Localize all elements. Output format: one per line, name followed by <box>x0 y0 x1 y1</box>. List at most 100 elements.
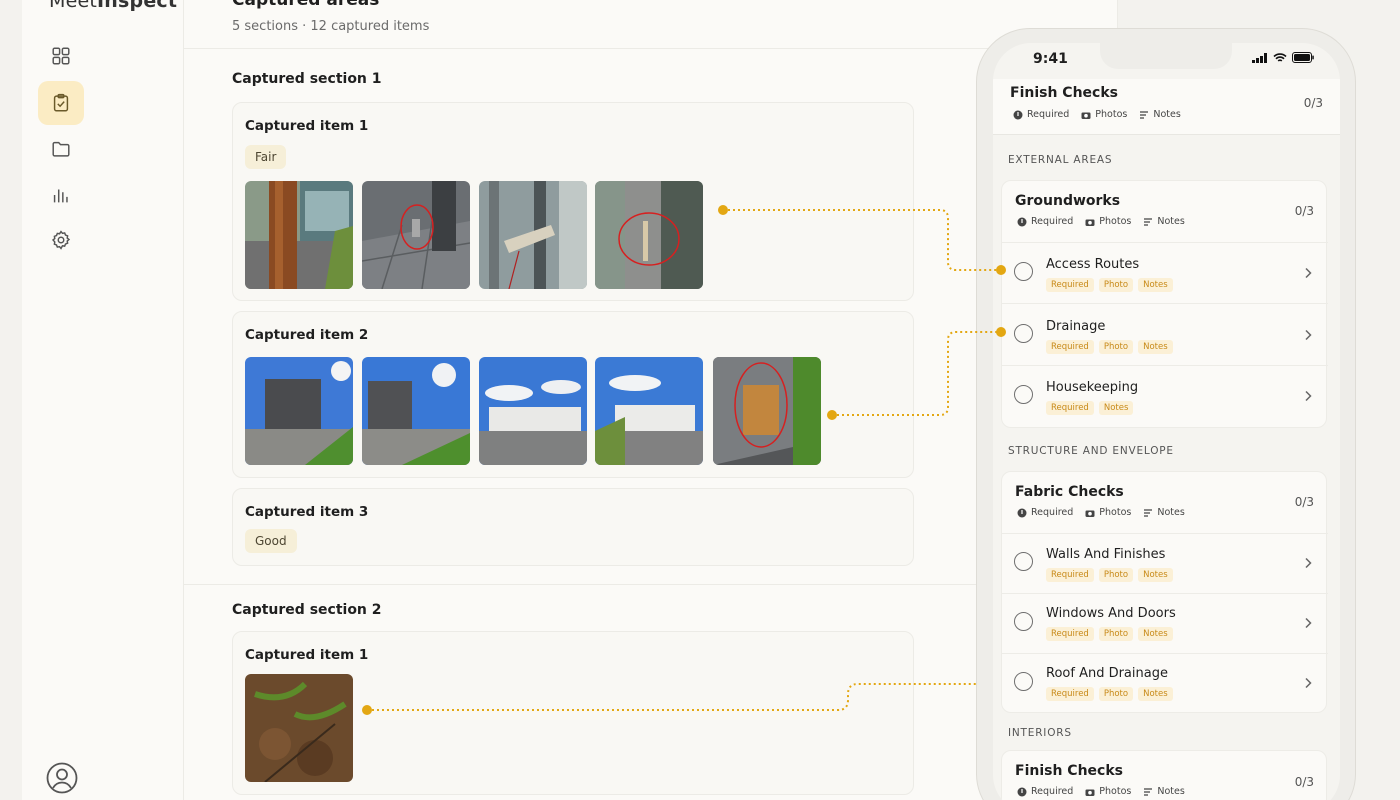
photo-thumbnail[interactable] <box>362 181 470 289</box>
captured-item-card[interactable]: Captured item 1 Fair <box>232 102 914 301</box>
photo-thumbnail[interactable] <box>245 181 353 289</box>
condition-badge: Good <box>245 529 297 553</box>
condition-badge: Fair <box>245 145 287 169</box>
checklist-row-access-routes[interactable]: Access Routes Required Photo Notes <box>1002 243 1328 304</box>
group-title: Fabric Checks <box>1015 484 1124 500</box>
nav-projects[interactable] <box>38 127 84 171</box>
row-label: Access Routes <box>1046 257 1140 272</box>
group-header[interactable]: Fabric Checks 0/3 Required Photos Notes <box>1002 472 1328 534</box>
chevron-right-icon <box>1305 677 1312 689</box>
item-title: Captured item 1 <box>245 647 369 663</box>
user-circle-icon[interactable] <box>45 761 79 795</box>
tag-required: Required <box>1046 401 1094 415</box>
row-label: Roof And Drainage <box>1046 666 1168 681</box>
tag-notes: Notes <box>1098 401 1134 415</box>
tag-required: Required <box>1046 627 1094 641</box>
checkbox-radio[interactable] <box>1014 552 1033 571</box>
header-divider <box>184 48 1118 49</box>
row-tags: Required Photo Notes <box>1046 687 1173 701</box>
chevron-right-icon <box>1305 390 1312 402</box>
captured-item-card[interactable]: Captured item 3 Good <box>232 488 914 566</box>
checklist-group: Fabric Checks 0/3 Required Photos Notes … <box>1001 471 1328 714</box>
chevron-right-icon <box>1305 329 1312 341</box>
checklist-header[interactable]: Finish Checks 0/3 Required Photos Notes <box>993 79 1340 135</box>
required-meta: Required <box>1017 216 1073 227</box>
info-icon <box>1017 787 1027 796</box>
camera-icon <box>1085 510 1095 517</box>
tag-photo: Photo <box>1098 627 1134 641</box>
row-tags: Required Photo Notes <box>1046 568 1173 582</box>
logo-text-bold: Inspect <box>97 0 178 12</box>
status-time: 9:41 <box>1033 51 1068 67</box>
checkbox-radio[interactable] <box>1014 672 1033 691</box>
notes-meta: Notes <box>1143 507 1185 518</box>
required-meta: Required <box>1013 109 1069 120</box>
section-title: Captured section 2 <box>232 602 382 618</box>
photo-thumbnail[interactable] <box>479 181 587 289</box>
checkbox-radio[interactable] <box>1014 324 1033 343</box>
tag-photo: Photo <box>1098 278 1134 292</box>
photo-thumbnail[interactable] <box>713 357 821 465</box>
photos-meta: Photos <box>1085 507 1131 518</box>
group-header[interactable]: Finish Checks 0/3 Required Photos Notes <box>1002 751 1328 800</box>
requirement-meta: Required Photos Notes <box>1017 216 1185 227</box>
tag-required: Required <box>1046 687 1094 701</box>
notes-icon <box>1144 508 1153 517</box>
group-title: Finish Checks <box>1015 763 1123 779</box>
required-meta: Required <box>1017 786 1073 797</box>
photos-meta: Photos <box>1085 216 1131 227</box>
section-title: Captured section 1 <box>232 71 382 87</box>
group-header[interactable]: Groundworks 0/3 Required Photos Notes <box>1002 181 1328 243</box>
tag-notes: Notes <box>1138 568 1173 582</box>
tag-notes: Notes <box>1138 627 1173 641</box>
notes-icon <box>1144 217 1153 226</box>
captured-item-card[interactable]: Captured item 2 <box>232 311 914 478</box>
requirement-meta: Required Photos Notes <box>1017 786 1185 797</box>
checklist-row-walls-and-finishes[interactable]: Walls And Finishes Required Photo Notes <box>1002 534 1328 594</box>
checklist-group: Groundworks 0/3 Required Photos Notes Ac… <box>1001 180 1328 428</box>
requirement-meta: Required Photos Notes <box>1017 507 1185 518</box>
info-icon <box>1017 508 1027 517</box>
photo-thumbnail[interactable] <box>595 357 703 465</box>
photo-thumbnail[interactable] <box>362 357 470 465</box>
chevron-right-icon <box>1305 617 1312 629</box>
bar-chart-icon <box>53 189 68 203</box>
checklist-group: Finish Checks 0/3 Required Photos Notes <box>1001 750 1327 800</box>
tag-photo: Photo <box>1098 687 1134 701</box>
row-label: Housekeeping <box>1046 380 1139 395</box>
info-icon <box>1013 110 1023 119</box>
captured-item-card[interactable]: Captured item 1 <box>232 631 914 795</box>
gear-icon <box>51 230 71 250</box>
photo-thumbnail[interactable] <box>595 181 703 289</box>
phone-section-label: EXTERNAL AREAS <box>1008 154 1113 166</box>
notes-meta: Notes <box>1143 216 1185 227</box>
tag-notes: Notes <box>1138 687 1173 701</box>
photo-thumbnail[interactable] <box>245 357 353 465</box>
checkbox-radio[interactable] <box>1014 262 1033 281</box>
checklist-row-drainage[interactable]: Drainage Required Photo Notes <box>1002 305 1328 366</box>
photo-thumbnail[interactable] <box>479 357 587 465</box>
photo-thumbnail[interactable] <box>245 674 353 782</box>
checklist-row-housekeeping[interactable]: Housekeeping Required Notes <box>1002 367 1328 428</box>
nav-dashboard[interactable] <box>38 34 84 78</box>
nav-reports[interactable] <box>38 173 84 217</box>
sidebar: MeetInspect <box>22 0 184 800</box>
group-count: 0/3 <box>1294 204 1314 218</box>
row-tags: Required Photo Notes <box>1046 278 1173 292</box>
nav-inspections[interactable] <box>38 81 84 125</box>
row-tags: Required Notes <box>1046 401 1134 415</box>
app-logo[interactable]: MeetInspect <box>49 0 177 12</box>
checklist-row-windows-and-doors[interactable]: Windows And Doors Required Photo Notes <box>1002 594 1328 654</box>
camera-icon <box>1085 789 1095 796</box>
nav-settings[interactable] <box>38 218 84 262</box>
tag-notes: Notes <box>1138 278 1173 292</box>
tag-photo: Photo <box>1098 568 1134 582</box>
tag-photo: Photo <box>1098 340 1134 354</box>
camera-icon <box>1081 112 1091 119</box>
checkbox-radio[interactable] <box>1014 612 1033 631</box>
checklist-title: Finish Checks <box>1010 85 1118 101</box>
row-tags: Required Photo Notes <box>1046 340 1173 354</box>
checklist-row-roof-and-drainage[interactable]: Roof And Drainage Required Photo Notes <box>1002 654 1328 714</box>
logo-text-light: Meet <box>49 0 98 12</box>
checkbox-radio[interactable] <box>1014 385 1033 404</box>
